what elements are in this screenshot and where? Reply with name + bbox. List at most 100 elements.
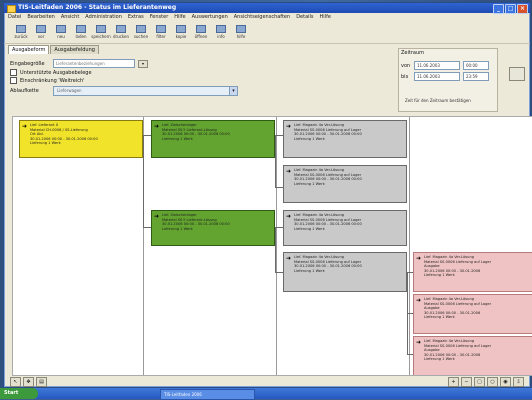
arrow-icon: ➜ — [154, 213, 160, 220]
date-row-from: von 11.06.2003 00:00 — [401, 61, 489, 70]
title-bar: TIS-Leitfaden 2006 - Status im Lieferant… — [4, 3, 530, 14]
toolbar-button-10[interactable]: öffnen — [192, 24, 210, 40]
export-icon[interactable]: ⇩ — [513, 377, 524, 387]
flow-node-intermediate[interactable]: ➜ Lief. Zwischenlager Material SS-Y Lief… — [151, 120, 275, 158]
toolbar-icon — [16, 25, 26, 33]
form-row-2: Unterstützte Ausgabebelege — [10, 69, 92, 76]
connector — [143, 135, 144, 227]
pointer-tool-icon[interactable]: ↖ — [10, 376, 21, 387]
filter-input[interactable]: Lieferantenbeziehungen — [53, 59, 135, 68]
arrow-icon: ➜ — [154, 123, 160, 130]
menu-hilfe[interactable]: Hilfe — [174, 13, 185, 21]
toolbar-button-11[interactable]: info — [212, 24, 230, 40]
tab-ausgabefeldung[interactable]: Ausgabefeldung — [50, 45, 99, 54]
zoom-fit-icon[interactable]: ▢ — [474, 377, 485, 387]
toolbar-button-2[interactable]: vor — [32, 24, 50, 40]
menu-auswertungen[interactable]: Auswertungen — [192, 13, 228, 21]
flow-node-consumer[interactable]: ➜ Lief. Magazin 4a Ver-Lösung Material S… — [413, 252, 532, 292]
menu-bearbeiten[interactable]: Bearbeiten — [27, 13, 54, 21]
checkbox-1[interactable] — [10, 69, 17, 76]
menu-extras[interactable]: Extras — [128, 13, 144, 21]
status-bar: ↖ ✥ ▤ + − ▢ ○ ◉ ⇩ — [4, 376, 530, 387]
flow-node-target[interactable]: ➜ Lief. Magazin 4a Ver-Lösung Material S… — [283, 252, 407, 292]
menu-fenster[interactable]: Fenster — [150, 13, 169, 21]
toolbar-icon — [156, 25, 166, 33]
pan-tool-icon[interactable]: ✥ — [23, 376, 34, 387]
flow-node-source[interactable]: ➜ Lief. Lieferant X Material CH-0006 / S… — [19, 120, 143, 158]
start-button[interactable]: Start — [0, 388, 38, 399]
connector — [275, 227, 283, 228]
settings-icon[interactable] — [509, 67, 525, 81]
date-panel: Zeitraum von 11.06.2003 00:00 bis 11.06.… — [398, 48, 498, 112]
arrow-icon: ➜ — [416, 297, 422, 304]
toolbar-icon — [96, 25, 106, 33]
chevron-down-icon: ▾ — [229, 87, 237, 95]
toolbar-button-5[interactable]: speichern — [91, 24, 111, 40]
select-value: Lieferwagen — [57, 88, 82, 93]
zoom-in-icon[interactable]: + — [448, 377, 459, 387]
toolbar-button-8[interactable]: filter — [152, 24, 170, 40]
flow-node-consumer[interactable]: ➜ Lief. Magazin 4a Ver-Lösung Material S… — [413, 336, 532, 375]
toolbar-icon — [36, 25, 46, 33]
print-icon[interactable]: ▤ — [36, 376, 47, 387]
taskbar-app-button[interactable]: TIS-Leitfaden 2006 — [160, 389, 255, 400]
toolbar-button-9[interactable]: kopie — [172, 24, 190, 40]
time-to-input[interactable]: 23:59 — [463, 72, 489, 81]
arrow-icon: ➜ — [286, 168, 292, 175]
checkbox-1-label: Unterstützte Ausgabebelege — [20, 69, 92, 76]
zoom-view-icon[interactable]: ◉ — [500, 377, 511, 387]
arrow-icon: ➜ — [286, 213, 292, 220]
menu-datei[interactable]: Datei — [8, 13, 21, 21]
checkbox-2-label: Einschränkung 'Weitreich' — [20, 77, 85, 84]
time-from-input[interactable]: 00:00 — [463, 61, 489, 70]
menu-bar: Datei Bearbeiten Ansicht Administration … — [4, 13, 530, 21]
confirm-range-button[interactable]: Zeit für den Zeitraum bestätigen — [405, 98, 471, 103]
toolbar-icon — [216, 25, 226, 33]
field-label: Ablaufkette — [10, 88, 39, 94]
date-to-input[interactable]: 11.06.2003 — [414, 72, 460, 81]
zoom-out-icon[interactable]: − — [461, 377, 472, 387]
menu-ansicht[interactable]: Ansicht — [61, 13, 79, 21]
menu-hilfe-2[interactable]: Hilfe — [320, 13, 331, 21]
tab-ausgabeform[interactable]: Ausgabeform — [8, 45, 50, 54]
connector — [143, 227, 151, 228]
window-title: TIS-Leitfaden 2006 - Status im Lieferant… — [18, 4, 177, 11]
checkbox-2[interactable] — [10, 77, 17, 84]
filter-tabs: Ausgabeform Ausgabefeldung — [8, 45, 392, 54]
date-row-to: bis 11.06.2003 23:59 — [401, 72, 489, 81]
toolbar-icon — [236, 25, 246, 33]
toolbar-icon — [196, 25, 206, 33]
flow-node-target[interactable]: ➜ Lief. Magazin 4a Ver-Lösung Material S… — [283, 120, 407, 158]
flow-node-intermediate[interactable]: ➜ Lief. Zwischenlager Material SS-Y Lief… — [151, 210, 275, 246]
form-row-1: Eingabegröße Lieferantenbeziehungen ▾ — [10, 59, 148, 68]
field-label: Eingabegröße — [10, 60, 45, 67]
menu-administration[interactable]: Administration — [85, 13, 122, 21]
toolbar-button-4[interactable]: laden — [72, 24, 90, 40]
toolbar-icon — [136, 25, 146, 33]
menu-details[interactable]: Details — [296, 13, 313, 21]
menu-ansichtseigenschaften[interactable]: Ansichtseigenschaften — [234, 13, 290, 21]
zoom-controls: + − ▢ ○ ◉ ⇩ — [448, 377, 524, 387]
toolbar-button-1[interactable]: zurück — [12, 24, 30, 40]
connector — [275, 272, 283, 273]
picker-icon[interactable]: ▾ — [138, 59, 148, 68]
zoom-reset-icon[interactable]: ○ — [487, 377, 498, 387]
app-window: TIS-Leitfaden 2006 - Status im Lieferant… — [3, 2, 532, 388]
toolbar-button-7[interactable]: suchen — [132, 24, 150, 40]
date-from-input[interactable]: 11.06.2003 — [414, 61, 460, 70]
taskbar: Start TIS-Leitfaden 2006 — [0, 388, 532, 400]
toolbar-icon — [56, 25, 66, 33]
filter-panel: Ausgabeform Ausgabefeldung Eingabegröße … — [8, 45, 392, 115]
toolbar-button-3[interactable]: neu — [52, 24, 70, 40]
flow-node-consumer[interactable]: ➜ Lief. Magazin 4a Ver-Lösung Material S… — [413, 294, 532, 334]
toolbar-button-6[interactable]: drucken — [112, 24, 130, 40]
toolbar-button-12[interactable]: hilfe — [232, 24, 250, 40]
arrow-icon: ➜ — [416, 255, 422, 262]
flow-node-target[interactable]: ➜ Lief. Magazin 4a Ver-Lösung Material S… — [283, 210, 407, 246]
flow-canvas: ➜ Lief. Lieferant X Material CH-0006 / S… — [12, 116, 532, 376]
date-panel-title: Zeitraum — [401, 50, 425, 56]
flow-node-target[interactable]: ➜ Lief. Magazin 4a Ver-Lösung Material S… — [283, 165, 407, 203]
column-divider — [409, 117, 410, 375]
arrow-icon: ➜ — [286, 123, 292, 130]
ablauf-select[interactable]: Lieferwagen ▾ — [53, 86, 238, 96]
